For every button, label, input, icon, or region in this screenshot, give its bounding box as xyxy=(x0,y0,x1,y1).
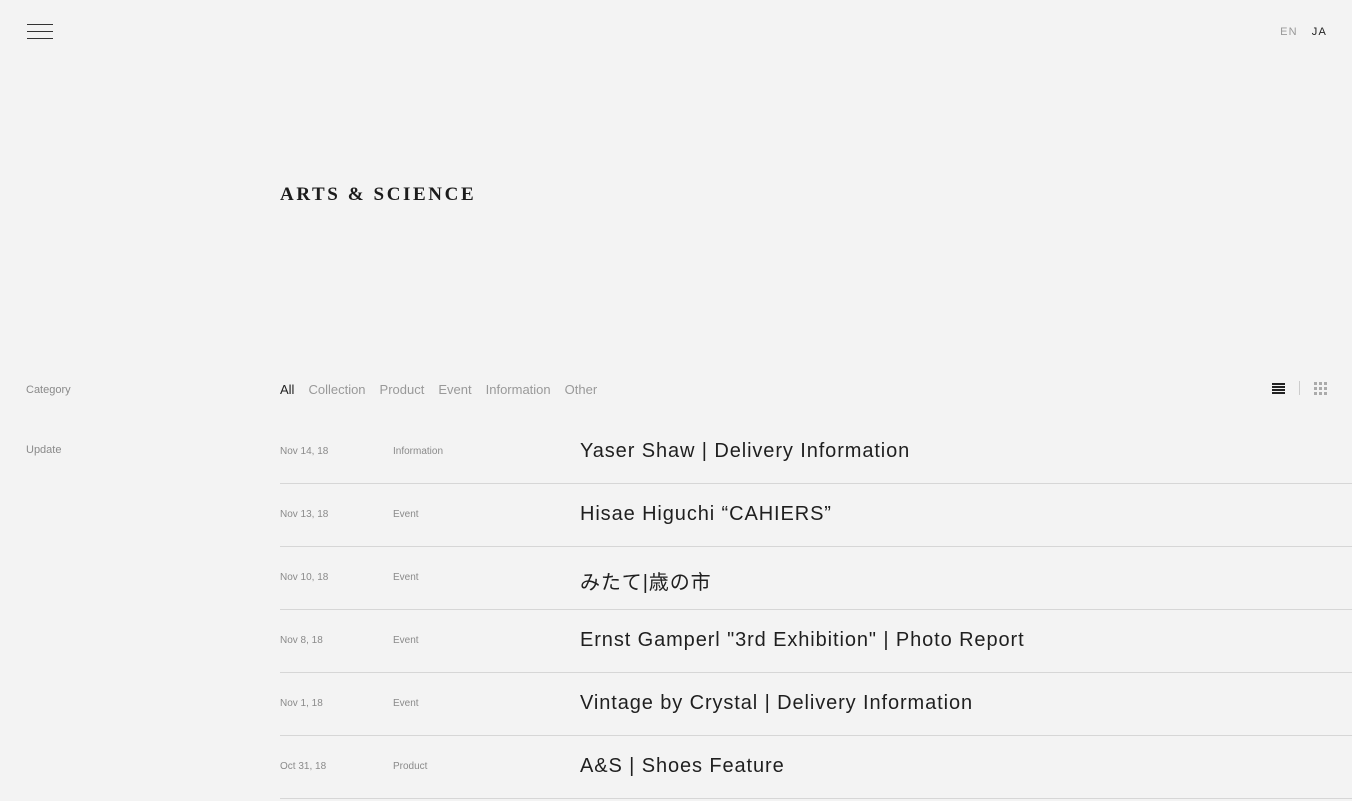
grid-view-icon[interactable] xyxy=(1314,381,1327,395)
page: EN JA ARTS & SCIENCE Category Update All… xyxy=(0,0,1352,801)
menu-line xyxy=(27,31,53,32)
list-item[interactable]: Nov 10, 18 Event みたて|歳の市 xyxy=(280,547,1352,610)
post-date: Nov 8, 18 xyxy=(280,635,323,646)
post-date: Nov 14, 18 xyxy=(280,446,329,457)
post-title[interactable]: Vintage by Crystal | Delivery Informatio… xyxy=(580,692,973,715)
category-label: Category xyxy=(26,384,71,396)
update-label: Update xyxy=(26,444,62,456)
post-date: Nov 1, 18 xyxy=(280,698,323,709)
filter-all[interactable]: All xyxy=(280,382,294,397)
list-view-icon[interactable] xyxy=(1272,382,1285,395)
view-divider xyxy=(1299,381,1300,395)
post-title[interactable]: A&S | Shoes Feature xyxy=(580,755,785,778)
post-date: Nov 10, 18 xyxy=(280,572,329,583)
list-item[interactable]: Oct 31, 18 Product A&S | Shoes Feature xyxy=(280,736,1352,799)
filter-event[interactable]: Event xyxy=(438,382,471,397)
list-item[interactable]: Nov 8, 18 Event Ernst Gamperl "3rd Exhib… xyxy=(280,610,1352,673)
menu-line xyxy=(27,24,53,25)
post-title[interactable]: みたて|歳の市 xyxy=(580,566,712,595)
update-list: Nov 14, 18 Information Yaser Shaw | Deli… xyxy=(280,421,1352,799)
list-item[interactable]: Nov 1, 18 Event Vintage by Crystal | Del… xyxy=(280,673,1352,736)
list-item[interactable]: Nov 14, 18 Information Yaser Shaw | Deli… xyxy=(280,421,1352,484)
post-title[interactable]: Ernst Gamperl "3rd Exhibition" | Photo R… xyxy=(580,629,1025,652)
post-category: Event xyxy=(393,509,419,520)
lang-ja-link[interactable]: JA xyxy=(1312,26,1327,38)
filter-collection[interactable]: Collection xyxy=(308,382,365,397)
filter-product[interactable]: Product xyxy=(380,382,425,397)
post-category: Event xyxy=(393,572,419,583)
post-date: Nov 13, 18 xyxy=(280,509,329,520)
site-logo[interactable]: ARTS & SCIENCE xyxy=(280,184,476,206)
filter-other[interactable]: Other xyxy=(565,382,598,397)
post-category: Product xyxy=(393,761,428,772)
language-switcher: EN JA xyxy=(1280,26,1327,38)
lang-en-link[interactable]: EN xyxy=(1280,26,1298,38)
view-toggle xyxy=(1272,381,1327,395)
post-category: Event xyxy=(393,698,419,709)
category-filters: All Collection Product Event Information… xyxy=(280,382,597,397)
menu-line xyxy=(27,38,53,39)
post-title[interactable]: Hisae Higuchi “CAHIERS” xyxy=(580,503,832,526)
post-title[interactable]: Yaser Shaw | Delivery Information xyxy=(580,440,910,463)
list-item[interactable]: Nov 13, 18 Event Hisae Higuchi “CAHIERS” xyxy=(280,484,1352,547)
post-category: Information xyxy=(393,446,444,457)
hamburger-icon[interactable] xyxy=(27,22,53,42)
filter-information[interactable]: Information xyxy=(486,382,551,397)
post-date: Oct 31, 18 xyxy=(280,761,327,772)
post-category: Event xyxy=(393,635,419,646)
